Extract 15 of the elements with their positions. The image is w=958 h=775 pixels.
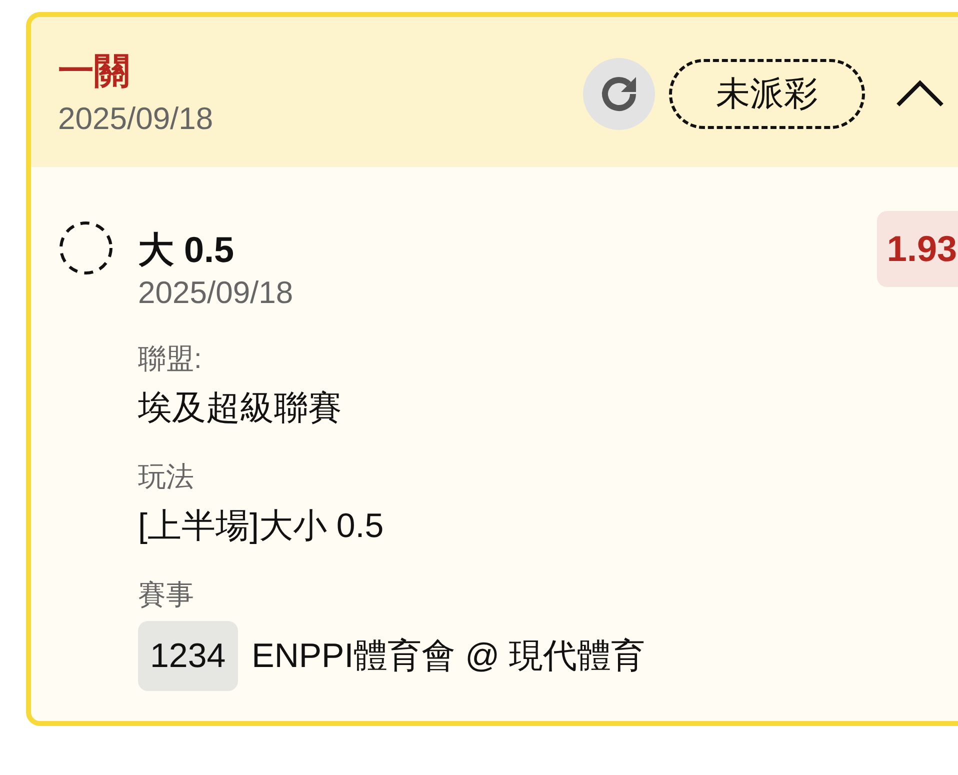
match-code: 1234 (138, 621, 238, 691)
bet-title: 一關 (58, 49, 131, 93)
field-label: 玩法 (138, 460, 195, 494)
field-value: [上半場]大小 0.5 (138, 506, 384, 547)
selection-date: 2025/09/18 (138, 274, 294, 312)
chevron-up-icon (895, 79, 945, 109)
field-label: 聯盟: (138, 342, 203, 376)
selection-title: 大 0.5 (138, 228, 236, 272)
field-label: 賽事 (138, 578, 195, 612)
field-value: ENPPI體育會 @ 現代體育 (252, 636, 646, 677)
bet-date: 2025/09/18 (58, 100, 214, 138)
field-value: 埃及超級聯賽 (138, 388, 342, 429)
status-badge: 未派彩 (669, 59, 865, 129)
odds-badge: 1.93 (876, 211, 958, 287)
pending-circle-icon (58, 220, 114, 276)
